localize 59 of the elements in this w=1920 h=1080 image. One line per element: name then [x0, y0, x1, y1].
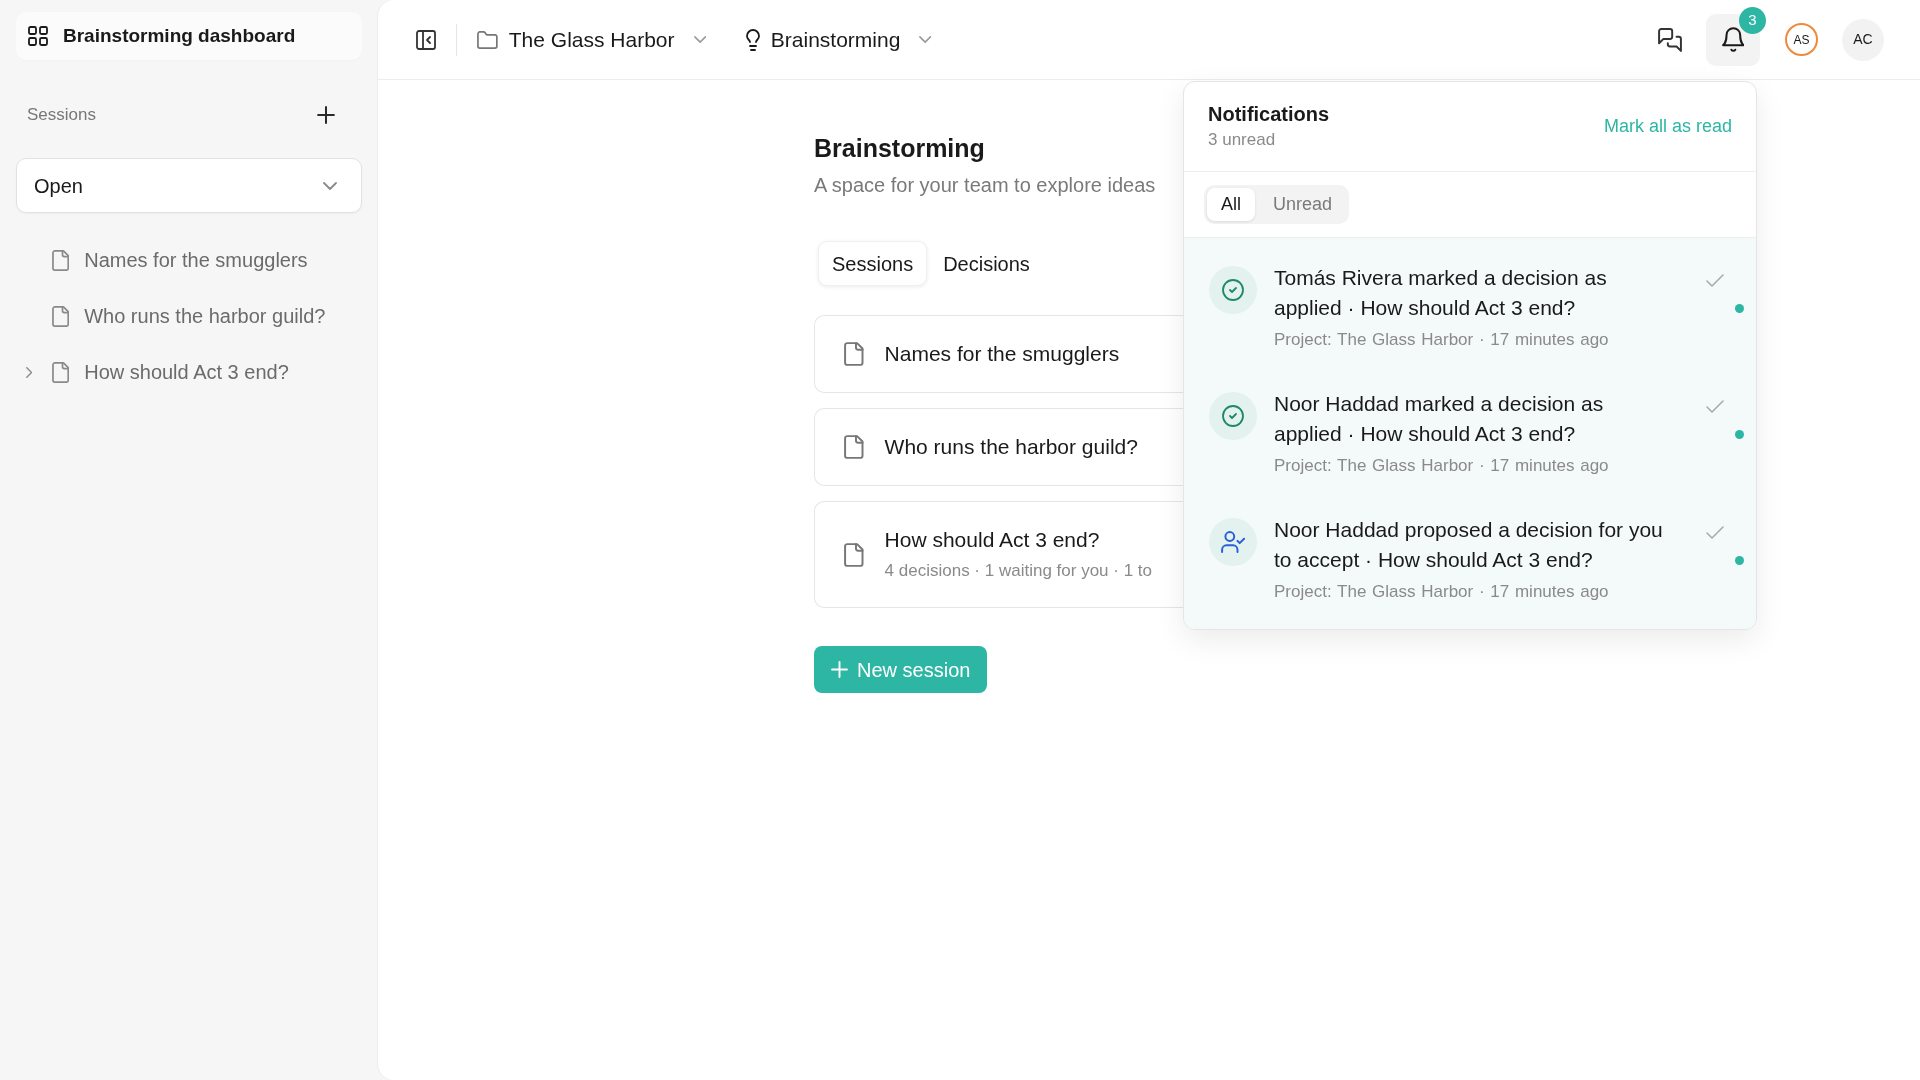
file-icon [844, 542, 864, 567]
check-circle-icon [1209, 392, 1257, 440]
tab[interactable]: Sessions [818, 241, 928, 286]
page-title: Brainstorming [814, 133, 986, 163]
session-title: Names for the smugglers [884, 341, 1120, 367]
filter-tab[interactable]: All [1207, 188, 1255, 221]
avatar-button[interactable]: AS [1785, 23, 1818, 56]
folder-icon [477, 30, 498, 49]
grid-icon [28, 26, 48, 46]
notification-text: Noor Haddad marked a decision as applied · How should Act 3 end? [1274, 391, 1605, 447]
breadcrumb-dropdown[interactable]: Brainstorming [745, 23, 932, 56]
dashboard-link[interactable]: Brainstorming dashboard [16, 12, 362, 60]
plus-icon [831, 661, 848, 678]
file-icon [52, 305, 70, 327]
session-meta: 4 decisions · 1 waiting for you · 1 to [884, 560, 1152, 582]
avatar-button[interactable]: AC [1842, 18, 1884, 61]
chat-bubbles-icon[interactable] [1658, 27, 1682, 52]
notification-item[interactable]: Noor Haddad proposed a decision for you to accept · How should Act 3 end? Project: The Glass Harbor · 17 minutes ago [1184, 497, 1756, 629]
sidebar-item[interactable]: How should Act 3 end? [42, 350, 299, 394]
notification-item[interactable]: Noor Haddad marked a decision as applied · How should Act 3 end? Project: The Glass Harbor · 17 minutes ago [1184, 371, 1756, 497]
notification-meta: Project: The Glass Harbor · 17 minutes ago [1274, 455, 1610, 477]
check-circle-icon [1209, 266, 1257, 314]
filter-tab[interactable]: Unread [1259, 188, 1347, 221]
notification-meta: Project: The Glass Harbor · 17 minutes ago [1274, 581, 1610, 603]
panel-left-icon[interactable] [416, 29, 436, 50]
plus-icon [317, 106, 335, 124]
check-icon[interactable] [1706, 526, 1724, 539]
session-card[interactable]: Who runs the harbor guild? [814, 408, 1183, 486]
notification-badge: 3 [1739, 6, 1766, 34]
lightbulb-icon [745, 28, 760, 51]
check-icon[interactable] [1706, 274, 1724, 287]
file-icon [844, 342, 864, 366]
panel-title: Notifications [1208, 102, 1330, 126]
notification-meta: Project: The Glass Harbor · 17 minutes ago [1274, 329, 1610, 351]
unread-count: 3 unread [1208, 129, 1277, 151]
file-icon [52, 361, 70, 383]
breadcrumb-dropdown[interactable]: The Glass Harbor [477, 23, 706, 56]
file-icon [52, 249, 70, 271]
session-title: Who runs the harbor guild? [884, 434, 1138, 460]
check-icon[interactable] [1706, 400, 1724, 413]
bell-icon [1721, 27, 1745, 52]
notification-text: Noor Haddad proposed a decision for you to accept · How should Act 3 end? [1274, 517, 1664, 573]
sidebar-item[interactable]: Names for the smugglers [42, 238, 318, 282]
user-check-icon [1209, 518, 1257, 566]
chevron-down-icon [919, 36, 932, 43]
chevron-down-icon [693, 36, 706, 43]
session-card[interactable]: Names for the smugglers [814, 315, 1183, 393]
status-select[interactable]: Open [16, 158, 362, 213]
session-card[interactable]: How should Act 3 end? 4 decisions · 1 waiting for you · 1 to [814, 501, 1183, 608]
session-title: How should Act 3 end? [884, 527, 1101, 553]
chevron-down-icon [323, 181, 337, 190]
sidebar-item[interactable]: Who runs the harbor guild? [42, 294, 336, 338]
chevron-right-icon[interactable] [25, 366, 33, 378]
page-subtitle: A space for your team to explore ideas [814, 173, 1157, 197]
tab[interactable]: Decisions [929, 241, 1044, 286]
notification-item[interactable]: Tomás Rivera marked a decision as applied · How should Act 3 end? Project: The Glass Harbor · 17 minutes ago [1184, 238, 1756, 371]
file-icon [844, 435, 864, 459]
notification-text: Tomás Rivera marked a decision as applied · How should Act 3 end? [1274, 265, 1608, 321]
section-label: Sessions [27, 104, 96, 127]
